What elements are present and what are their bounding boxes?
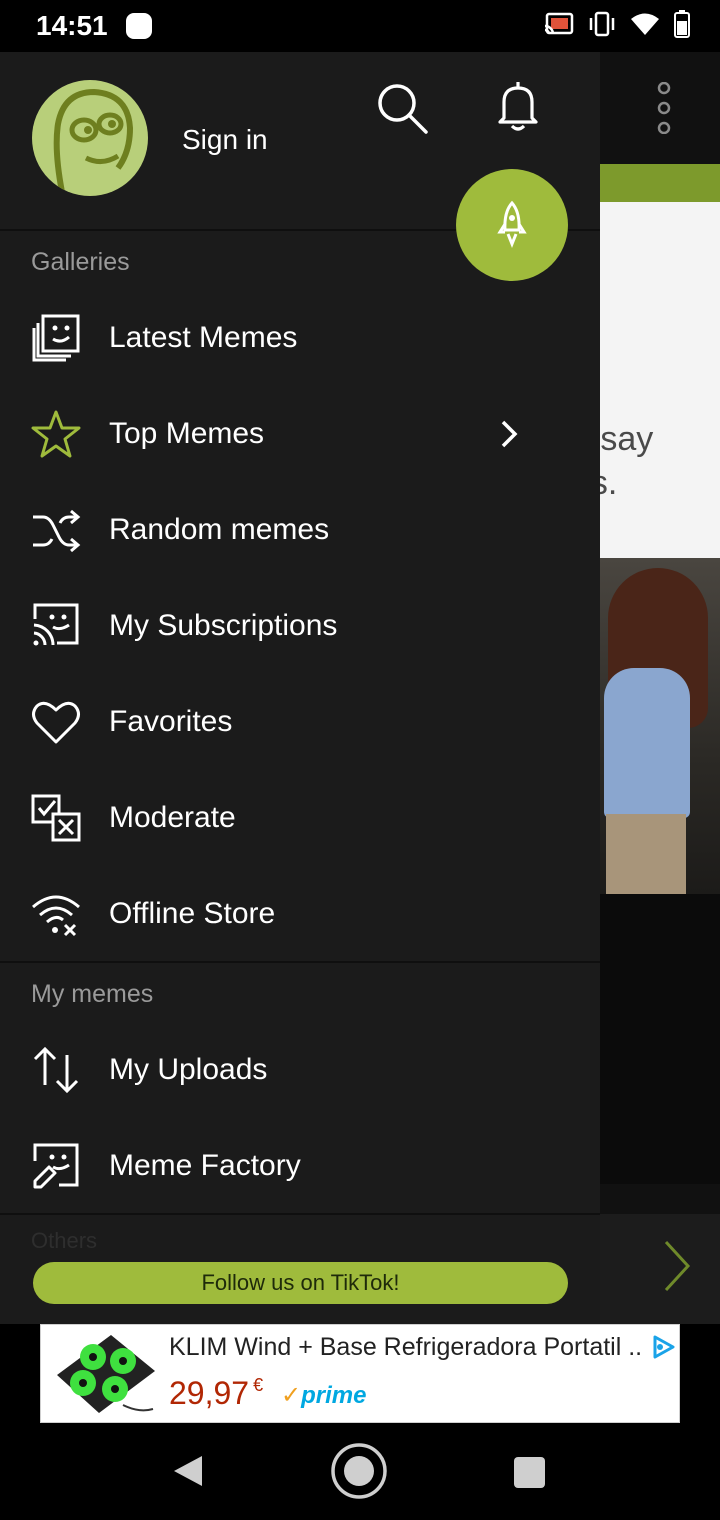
background-meme-image [600,558,720,894]
menu-label: Offline Store [109,897,276,930]
heart-icon [30,696,82,748]
section-title-my-memes: My memes [31,980,154,1008]
menu-label: Favorites [109,705,233,738]
overflow-menu-icon [657,82,671,134]
background-title-bar [600,164,720,202]
ad-banner[interactable]: KLIM Wind + Base Refrigeradora Portatil … [40,1324,680,1423]
ad-choices-icon[interactable] [649,1333,677,1361]
subscriptions-icon [30,600,82,652]
prime-badge: ✓prime [281,1381,366,1410]
gallery-stack-icon [30,312,82,364]
next-arrow-icon [664,1240,691,1292]
wifi-icon [631,13,659,35]
back-icon[interactable] [172,1454,204,1488]
menu-label: Top Memes [109,417,265,450]
menu-label: Latest Memes [109,321,298,354]
app-logo-face-icon [53,88,134,193]
section-title-galleries: Galleries [31,248,130,276]
recents-icon[interactable] [514,1457,545,1488]
upload-download-icon [30,1044,82,1096]
cast-icon [544,12,574,35]
background-spacer [600,894,720,1184]
status-icons [544,10,690,38]
moderate-icon [30,792,82,844]
system-navigation-bar [0,1424,720,1520]
bell-icon[interactable] [496,80,540,132]
ad-product-image [57,1335,155,1413]
menu-item-latest-memes[interactable]: Latest Memes [0,290,600,386]
shuffle-icon [30,504,82,556]
status-time: 14:51 [36,10,108,41]
section-title-others-faded: Others [31,1228,98,1253]
search-icon[interactable] [374,80,430,136]
section-divider [0,1213,600,1215]
menu-item-my-uploads[interactable]: My Uploads [0,1022,600,1118]
menu-label: Moderate [109,801,236,834]
chevron-right-icon [501,420,518,448]
background-bottom-bar [600,1214,720,1324]
menu-label: Meme Factory [109,1149,301,1182]
ad-price-value: 29,97 [169,1375,250,1411]
star-icon [30,408,82,460]
menu-item-my-subscriptions[interactable]: My Subscriptions [0,578,600,674]
prime-label: prime [301,1382,367,1409]
menu-label: My Subscriptions [109,609,338,642]
notification-dot-icon [126,13,152,39]
menu-label: Random memes [109,513,330,546]
vibrate-icon [589,11,615,37]
meme-factory-icon [30,1140,82,1192]
menu-item-moderate[interactable]: Moderate [0,770,600,866]
navigation-drawer: Sign in Galleries Latest Memes Top Memes… [0,52,600,1324]
avatar[interactable] [32,80,148,196]
background-toolbar [600,52,720,164]
ad-price: 29,97 € [169,1375,263,1412]
prime-check-icon: ✓ [281,1382,302,1409]
ad-title: KLIM Wind + Base Refrigeradora Portatil … [169,1333,641,1361]
background-meme-text: o say ns. [572,202,720,558]
background-figure-pants [606,814,686,894]
section-divider [0,961,600,963]
tiktok-follow-button[interactable]: Follow us on TikTok! [33,1262,568,1304]
upload-fab-button[interactable] [456,169,568,281]
ad-currency: € [253,1375,264,1395]
wifi-off-icon [30,888,82,940]
sign-in-link[interactable]: Sign in [182,124,268,156]
background-app: o say ns. [572,52,720,1324]
menu-item-meme-factory[interactable]: Meme Factory [0,1118,600,1214]
menu-item-top-memes[interactable]: Top Memes [0,386,600,482]
status-bar: 14:51 [0,0,720,52]
menu-item-random-memes[interactable]: Random memes [0,482,600,578]
menu-item-offline-store[interactable]: Offline Store [0,866,600,962]
battery-icon [674,10,690,38]
background-figure-shirt [604,668,690,818]
rocket-icon [497,200,527,249]
menu-label: My Uploads [109,1053,268,1086]
home-icon[interactable] [330,1442,388,1500]
menu-item-favorites[interactable]: Favorites [0,674,600,770]
